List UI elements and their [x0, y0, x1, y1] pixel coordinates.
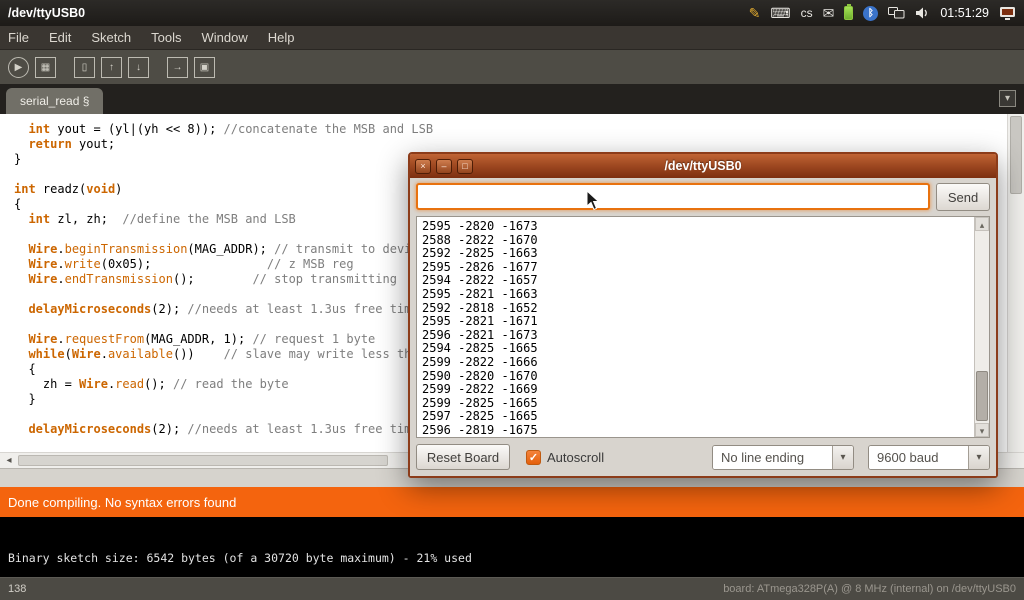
keyboard-indicator-icon[interactable]: ⌨	[770, 5, 790, 21]
build-console: Binary sketch size: 6542 bytes (of a 307…	[0, 517, 1024, 577]
minimize-button[interactable]: –	[436, 159, 452, 174]
open-button[interactable]: ↑	[101, 57, 122, 78]
clock-label[interactable]: 01:51:29	[940, 6, 989, 20]
stop-icon: ▦	[41, 62, 50, 73]
serial-monitor-controls: Reset Board Autoscroll No line ending ▾ …	[416, 443, 990, 471]
scrollbar-thumb[interactable]	[976, 371, 988, 421]
system-tray: ✎ ⌨ cs ✉ ᛒ 01:51:29	[749, 5, 1024, 21]
tab-menu-button[interactable]: ▾	[999, 90, 1016, 107]
autoscroll-control[interactable]: Autoscroll	[526, 450, 604, 465]
volume-icon[interactable]	[915, 6, 930, 20]
serial-monitor-icon: ▣	[200, 62, 209, 73]
serial-monitor-button[interactable]: ▣	[194, 57, 215, 78]
bluetooth-icon[interactable]: ᛒ	[863, 6, 878, 21]
menu-bar: FileEditSketchToolsWindowHelp	[0, 26, 1024, 50]
combo-arrow-icon[interactable]: ▾	[968, 446, 989, 469]
baud-value: 9600 baud	[869, 446, 968, 469]
scrollbar-thumb[interactable]	[1010, 116, 1022, 194]
scroll-down-arrow-icon[interactable]: ▾	[975, 423, 989, 437]
menu-sketch[interactable]: Sketch	[81, 26, 141, 50]
send-button[interactable]: Send	[936, 183, 990, 211]
serial-output[interactable]: 2595 -2820 -1673 2588 -2822 -1670 2592 -…	[417, 217, 973, 437]
network-icon[interactable]	[888, 6, 905, 20]
upload-button[interactable]: →	[167, 57, 188, 78]
serial-input[interactable]	[416, 183, 930, 210]
serial-scrollbar[interactable]: ▴ ▾	[974, 217, 989, 437]
toolbar: ▶ ▦ ▯ ↑ ↓ → ▣	[0, 50, 1024, 84]
serial-monitor-titlebar[interactable]: ×–□ /dev/ttyUSB0	[410, 154, 996, 178]
line-number-indicator: 138	[8, 578, 26, 600]
new-button[interactable]: ▯	[74, 57, 95, 78]
serial-output-panel: 2595 -2820 -1673 2588 -2822 -1670 2592 -…	[416, 216, 990, 438]
autoscroll-label: Autoscroll	[547, 450, 604, 465]
scroll-left-arrow-icon[interactable]: ◂	[2, 454, 16, 468]
menu-help[interactable]: Help	[258, 26, 305, 50]
tab-serial-read[interactable]: serial_read §	[6, 88, 103, 114]
code-line: int yout = (yl|(yh << 8)); //concatenate…	[14, 122, 1024, 137]
line-ending-value: No line ending	[713, 446, 832, 469]
menu-edit[interactable]: Edit	[39, 26, 81, 50]
footer-status-bar: 138 board: ATmega328P(A) @ 8 MHz (intern…	[0, 577, 1024, 600]
save-button[interactable]: ↓	[128, 57, 149, 78]
console-output: Binary sketch size: 6542 bytes (of a 307…	[8, 551, 472, 565]
status-bar: Done compiling. No syntax errors found	[0, 487, 1024, 517]
panel-window-title: /dev/ttyUSB0	[8, 6, 85, 20]
board-info: board: ATmega328P(A) @ 8 MHz (internal) …	[723, 578, 1016, 600]
new-icon: ▯	[82, 62, 88, 73]
code-line: return yout;	[14, 137, 1024, 152]
menu-tools[interactable]: Tools	[141, 26, 191, 50]
stop-button[interactable]: ▦	[35, 57, 56, 78]
verify-button[interactable]: ▶	[8, 57, 29, 78]
maximize-button[interactable]: □	[457, 159, 473, 174]
chevron-down-icon: ▾	[1005, 93, 1010, 104]
notes-icon[interactable]: ✎	[749, 5, 761, 21]
serial-monitor-window: ×–□ /dev/ttyUSB0 Send 2595 -2820 -1673 2…	[408, 152, 998, 478]
open-icon: ↑	[109, 62, 114, 73]
line-ending-select[interactable]: No line ending ▾	[712, 445, 854, 470]
save-icon: ↓	[136, 62, 141, 73]
window-controls: ×–□	[415, 159, 473, 174]
tab-bar: serial_read § ▾	[0, 84, 1024, 114]
status-message: Done compiling. No syntax errors found	[8, 495, 236, 510]
upload-icon: →	[173, 62, 183, 73]
menu-window[interactable]: Window	[191, 26, 257, 50]
serial-monitor-title: /dev/ttyUSB0	[410, 159, 996, 173]
keyboard-layout-label[interactable]: cs	[801, 6, 813, 20]
top-panel: /dev/ttyUSB0 ✎ ⌨ cs ✉ ᛒ 01:51:29	[0, 0, 1024, 26]
baud-select[interactable]: 9600 baud ▾	[868, 445, 990, 470]
verify-icon: ▶	[15, 62, 23, 73]
scroll-up-arrow-icon[interactable]: ▴	[975, 217, 989, 231]
mail-icon[interactable]: ✉	[823, 5, 835, 21]
autoscroll-checkbox-icon[interactable]	[526, 450, 541, 465]
close-button[interactable]: ×	[415, 159, 431, 174]
editor-vertical-scrollbar[interactable]	[1007, 114, 1024, 452]
combo-arrow-icon[interactable]: ▾	[832, 446, 853, 469]
scrollbar-thumb[interactable]	[18, 455, 388, 466]
menu-file[interactable]: File	[8, 26, 39, 50]
reset-board-button[interactable]: Reset Board	[416, 444, 510, 470]
session-icon[interactable]	[999, 6, 1016, 21]
serial-monitor-body: Send 2595 -2820 -1673 2588 -2822 -1670 2…	[410, 178, 996, 476]
tab-label: serial_read §	[20, 94, 89, 108]
battery-icon[interactable]	[844, 6, 853, 20]
